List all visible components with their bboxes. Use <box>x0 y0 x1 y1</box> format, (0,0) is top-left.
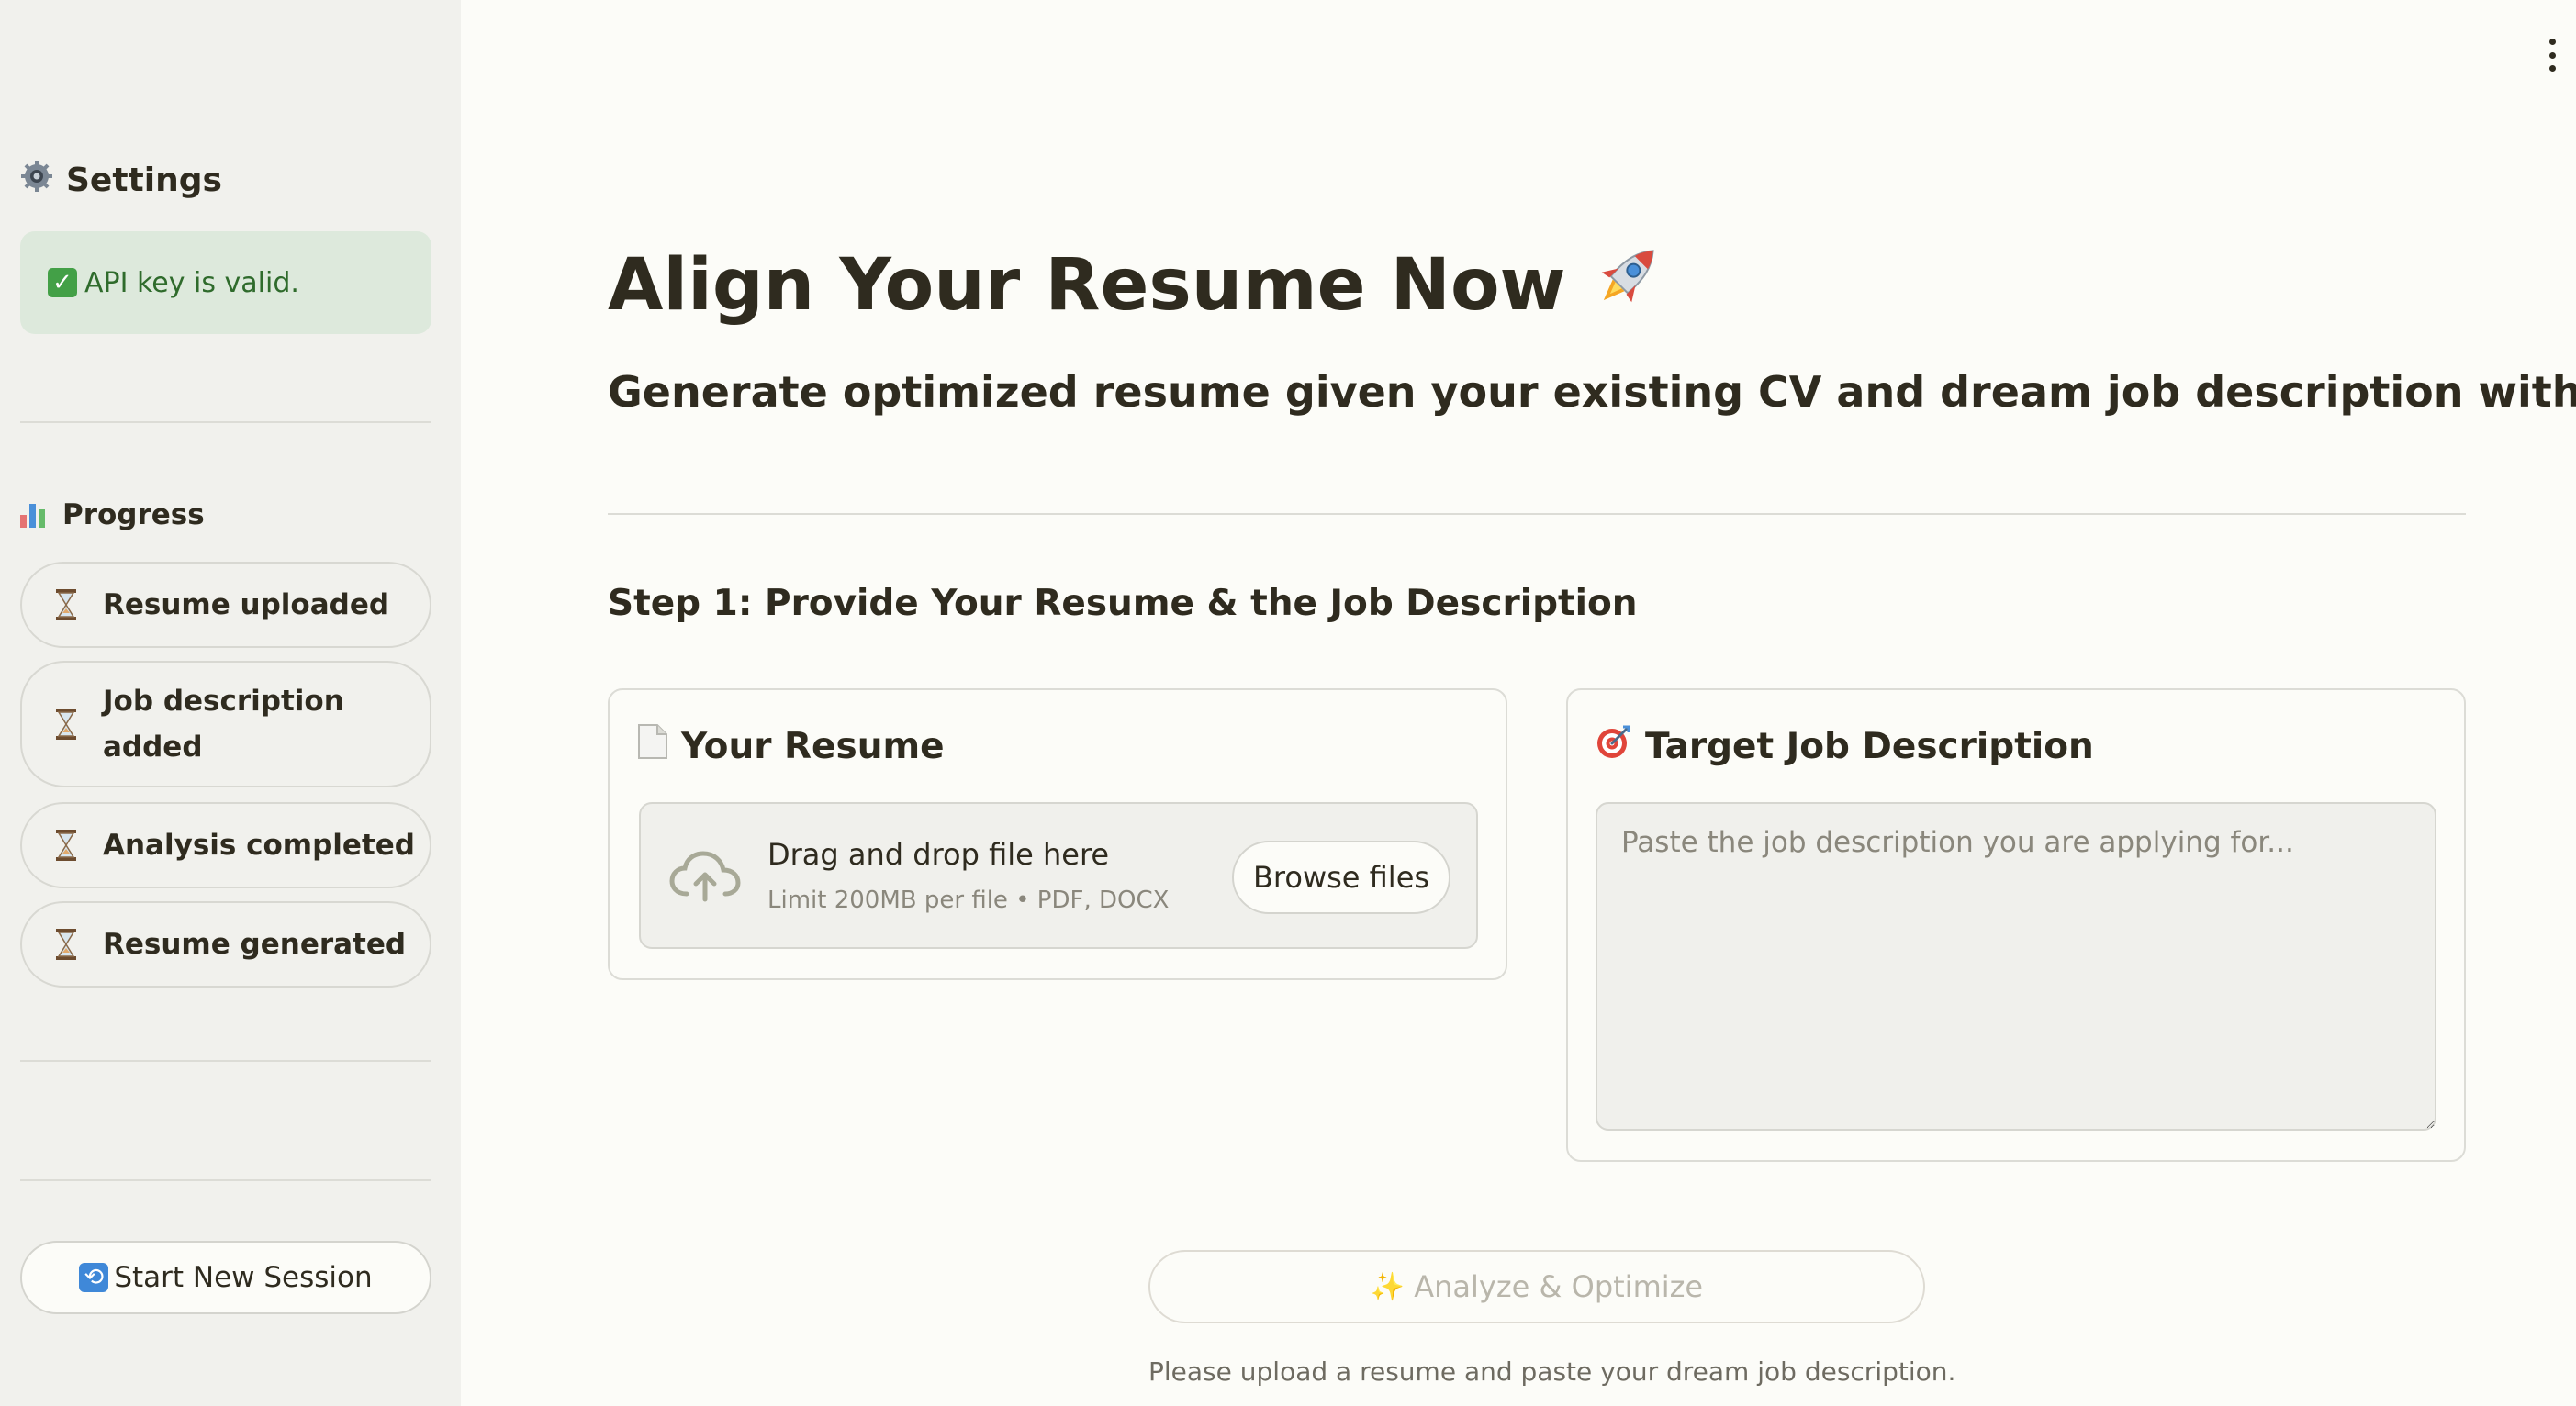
hourglass-icon <box>53 708 79 741</box>
dropzone-limit-text: Limit 200MB per file • PDF, DOCX <box>767 887 1170 914</box>
resume-card-title: Your Resume <box>681 725 945 767</box>
job-description-card: Target Job Description <box>1566 688 2466 1162</box>
progress-item-resume-generated: Resume generated <box>20 901 431 988</box>
progress-item-analysis-completed: Analysis completed <box>20 802 431 888</box>
start-new-session-button[interactable]: ⟲ Start New Session <box>20 1241 431 1314</box>
hourglass-icon <box>53 928 79 961</box>
browse-files-button[interactable]: Browse files <box>1232 841 1450 914</box>
job-description-textarea[interactable] <box>1596 802 2436 1131</box>
progress-item-label: Resume generated <box>103 928 407 961</box>
progress-item-job-description-added: Job description added <box>20 661 431 787</box>
hourglass-icon <box>53 588 79 621</box>
start-new-session-label: Start New Session <box>114 1261 373 1294</box>
resume-card: Your Resume Drag and drop file here Limi… <box>608 688 1507 980</box>
analyze-optimize-button[interactable]: ✨ Analyze & Optimize <box>1148 1250 1925 1323</box>
analyze-optimize-label: Analyze & Optimize <box>1414 1269 1704 1304</box>
helper-text: Please upload a resume and paste your dr… <box>1148 1356 1956 1387</box>
target-icon <box>1596 723 1632 769</box>
hourglass-icon <box>53 829 79 862</box>
page-title: Align Your Resume Now <box>608 243 1566 327</box>
sidebar: Settings ✓ API key is valid. Progress Re… <box>0 0 461 1406</box>
sidebar-divider <box>20 421 431 423</box>
cloud-upload-icon <box>668 846 742 907</box>
progress-item-label: Resume uploaded <box>103 588 390 621</box>
settings-title: Settings <box>66 161 222 199</box>
file-dropzone[interactable]: Drag and drop file here Limit 200MB per … <box>639 802 1478 949</box>
sparkles-icon: ✨ <box>1370 1270 1406 1303</box>
api-status-alert: ✓ API key is valid. <box>20 231 431 334</box>
resume-card-header: Your Resume <box>637 723 945 769</box>
refresh-icon: ⟲ <box>79 1263 109 1292</box>
dropzone-instructions: Drag and drop file here <box>767 837 1110 872</box>
job-card-header: Target Job Description <box>1596 723 2094 769</box>
gear-icon <box>20 160 53 200</box>
sidebar-divider <box>20 1179 431 1181</box>
sidebar-divider <box>20 1060 431 1062</box>
step-1-heading: Step 1: Provide Your Resume & the Job De… <box>608 583 1638 624</box>
settings-heading: Settings <box>20 156 222 204</box>
api-status-text: API key is valid. <box>84 266 299 299</box>
progress-heading: Progress <box>20 494 205 536</box>
job-card-title: Target Job Description <box>1645 725 2094 767</box>
progress-item-label: Job description added <box>103 685 344 764</box>
progress-title: Progress <box>62 498 205 531</box>
main-menu-icon[interactable] <box>2543 39 2561 72</box>
rocket-icon <box>1588 237 1667 333</box>
document-icon <box>637 723 668 769</box>
check-mark-icon: ✓ <box>48 268 77 297</box>
page-subtitle: Generate optimized resume given your exi… <box>608 367 2576 417</box>
progress-item-label: Analysis completed <box>103 829 415 862</box>
bar-chart-icon <box>20 502 48 528</box>
main-divider <box>608 513 2466 515</box>
progress-item-resume-uploaded: Resume uploaded <box>20 562 431 648</box>
page-title-row: Align Your Resume Now <box>608 237 1667 333</box>
